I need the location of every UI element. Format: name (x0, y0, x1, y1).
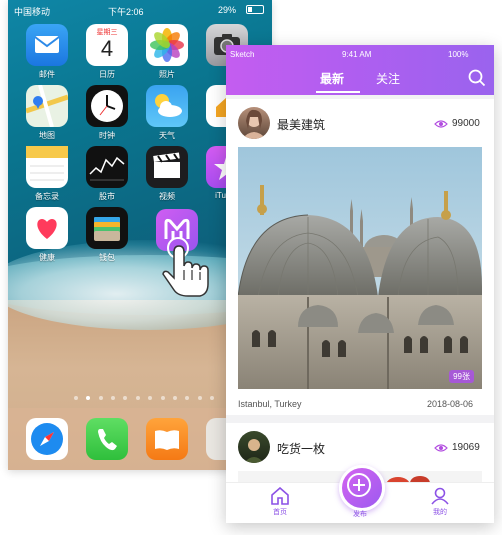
photos-app-icon[interactable] (146, 24, 188, 66)
tab-mine-label: 我的 (433, 509, 447, 516)
tab-underline (316, 91, 360, 93)
tap-hand-icon (162, 237, 209, 297)
app-carrier: Sketch (230, 50, 255, 59)
tab-following[interactable]: 关注 (376, 70, 400, 87)
post-username[interactable]: 吃货一枚 (277, 440, 325, 457)
post-photo[interactable]: 99张 (238, 147, 482, 389)
plus-icon (347, 473, 371, 497)
app-label: 天气 (159, 131, 175, 140)
heart-icon (37, 219, 57, 239)
app-label: 备忘录 (35, 192, 59, 201)
post-card[interactable]: 最美建筑 99000 99张 Istanbul, Turkey 2018-08-… (226, 99, 494, 415)
app-label: 健康 (39, 253, 55, 262)
page-dots (74, 395, 214, 401)
battery-icon (246, 5, 264, 14)
tab-latest[interactable]: 最新 (320, 70, 344, 87)
home-status-bar: 中国移动 下午2:06 29% (8, 0, 272, 20)
app-label: 视频 (159, 192, 175, 201)
books-icon (155, 430, 179, 450)
books-app-icon[interactable] (146, 418, 188, 460)
search-icon[interactable] (468, 69, 486, 87)
maps-icon (25, 84, 69, 128)
mosque-photo (238, 147, 482, 389)
battery-percent: 29% (218, 5, 237, 15)
post-location: Istanbul, Turkey (238, 399, 302, 409)
stocks-app-icon[interactable] (86, 146, 128, 188)
app-label: 邮件 (39, 70, 55, 79)
calendar-day: 4 (100, 36, 114, 61)
notes-app-icon[interactable] (26, 146, 68, 188)
maps-app-icon[interactable] (25, 84, 69, 128)
eye-icon (434, 120, 448, 128)
wallet-icon (94, 217, 120, 241)
post-username[interactable]: 最美建筑 (277, 116, 325, 133)
home-icon (271, 487, 289, 505)
app-status-bar: Sketch 9:41 AM 100% (226, 45, 494, 63)
safari-icon (31, 423, 63, 455)
stocks-icon (89, 156, 125, 181)
bottom-tab-bar: 首页 发布 我的 (226, 465, 494, 523)
post-date: 2018-08-06 (427, 399, 474, 409)
mail-app-icon[interactable] (26, 24, 68, 66)
mail-icon (34, 36, 60, 53)
health-app-icon[interactable] (26, 207, 68, 249)
signal-carrier: 中国移动 (14, 7, 51, 17)
weather-icon (155, 94, 182, 117)
calendar-app-icon[interactable]: 星期三 4 (86, 24, 128, 66)
video-icon (153, 152, 180, 178)
safari-app-icon[interactable] (26, 418, 68, 460)
app-header: Sketch 9:41 AM 100% 最新 关注 (226, 45, 494, 95)
eye-icon (434, 444, 448, 452)
photo-count-badge: 99张 (449, 370, 474, 383)
video-app-icon[interactable] (146, 146, 188, 188)
user-icon (431, 487, 449, 505)
weather-app-icon[interactable] (146, 85, 188, 127)
publish-label: 发布 (353, 511, 367, 518)
app-battery: 100% (448, 50, 469, 59)
phone-icon (98, 429, 117, 451)
app-screen: Sketch 9:41 AM 100% 最新 关注 最美建筑 99000 99张… (226, 45, 494, 523)
tab-home-label: 首页 (273, 509, 287, 516)
view-count: 99000 (452, 118, 480, 129)
tab-mine[interactable]: 我的 (420, 487, 460, 517)
app-label: 钱包 (99, 253, 115, 262)
view-count: 19069 (452, 442, 480, 453)
avatar[interactable] (238, 107, 270, 139)
wallet-app-icon[interactable] (86, 207, 128, 249)
app-label: 日历 (99, 70, 115, 79)
clock-app-icon[interactable] (86, 85, 128, 127)
tab-home[interactable]: 首页 (260, 487, 300, 517)
publish-button[interactable] (339, 465, 385, 511)
phone-app-icon[interactable] (86, 418, 128, 460)
avatar[interactable] (238, 431, 270, 463)
app-label: 地图 (39, 131, 55, 140)
app-time: 9:41 AM (342, 50, 372, 59)
status-time: 下午2:06 (108, 7, 144, 17)
clock-icon (91, 90, 123, 122)
app-label: 股市 (99, 192, 115, 201)
notes-icon (26, 146, 68, 181)
app-label: 照片 (159, 70, 175, 79)
photos-icon (150, 28, 184, 62)
app-label: 时钟 (99, 131, 115, 140)
